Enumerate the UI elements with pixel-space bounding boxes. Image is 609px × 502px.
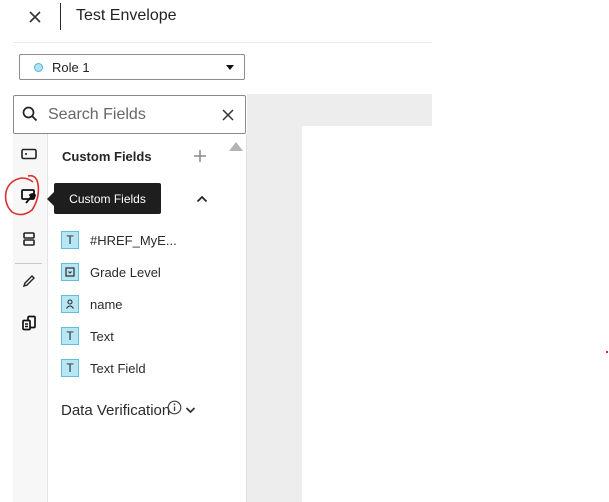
data-verification-label: Data Verification: [61, 401, 171, 419]
text-field-icon: T: [61, 231, 79, 249]
rail-draw-button[interactable]: [15, 267, 43, 295]
rail-custom-fields-button[interactable]: [15, 183, 43, 211]
role-select[interactable]: Role 1: [19, 54, 245, 80]
rail-separator: [15, 263, 42, 264]
clear-search-button[interactable]: [218, 105, 238, 125]
chevron-up-icon: [196, 195, 208, 203]
pencil-icon: [22, 275, 35, 288]
search-icon: [22, 106, 38, 127]
rail-merge-fields-button[interactable]: [15, 225, 43, 253]
envelope-title: Test Envelope: [76, 7, 177, 24]
text-field-icon: T: [61, 327, 79, 345]
custom-fields-heading: Custom Fields: [62, 149, 152, 164]
list-item[interactable]: T Text Field: [61, 356, 146, 380]
rail-standard-fields-button[interactable]: [15, 140, 43, 168]
standard-fields-icon: [21, 148, 37, 160]
merge-fields-icon: [23, 232, 35, 246]
search-box: [13, 95, 246, 134]
field-label: Text Field: [90, 360, 146, 376]
person-field-icon: [61, 295, 79, 313]
info-icon[interactable]: [167, 400, 182, 420]
custom-fields-tooltip: Custom Fields: [54, 183, 161, 214]
field-label: name: [90, 296, 123, 312]
close-button[interactable]: [20, 4, 50, 30]
plus-icon: [194, 150, 206, 162]
list-item[interactable]: T Text: [61, 324, 114, 348]
tooltip-arrow: [47, 192, 54, 206]
custom-fields-icon: [21, 189, 36, 204]
text-field-icon: T: [61, 359, 79, 377]
list-item[interactable]: T #HREF_MyE...: [61, 228, 177, 252]
field-label: Text: [90, 328, 114, 344]
close-icon: [222, 109, 234, 121]
collapse-section-button[interactable]: [194, 193, 210, 205]
rail-templates-button[interactable]: [15, 309, 43, 337]
field-label: Grade Level: [90, 264, 161, 280]
add-custom-field-button[interactable]: [191, 147, 209, 165]
header-rule: [13, 42, 432, 43]
dropdown-field-icon: [61, 263, 79, 281]
field-label: #HREF_MyE...: [90, 232, 177, 248]
header-divider: [60, 3, 61, 30]
list-item[interactable]: name: [61, 292, 123, 316]
panel-border: [246, 134, 247, 502]
search-input[interactable]: [48, 104, 208, 126]
role-color-dot: [34, 62, 43, 72]
document-page[interactable]: [302, 126, 432, 502]
list-item[interactable]: Grade Level: [61, 260, 161, 284]
scroll-up-arrow[interactable]: [229, 142, 243, 151]
close-icon: [29, 11, 41, 23]
data-verification-section[interactable]: Data Verification: [61, 400, 196, 420]
chevron-down-icon[interactable]: [185, 401, 196, 419]
annotation-dot: [606, 351, 608, 353]
role-select-value: Role 1: [52, 59, 90, 75]
caret-down-icon: [226, 64, 234, 70]
templates-icon: [22, 315, 36, 331]
